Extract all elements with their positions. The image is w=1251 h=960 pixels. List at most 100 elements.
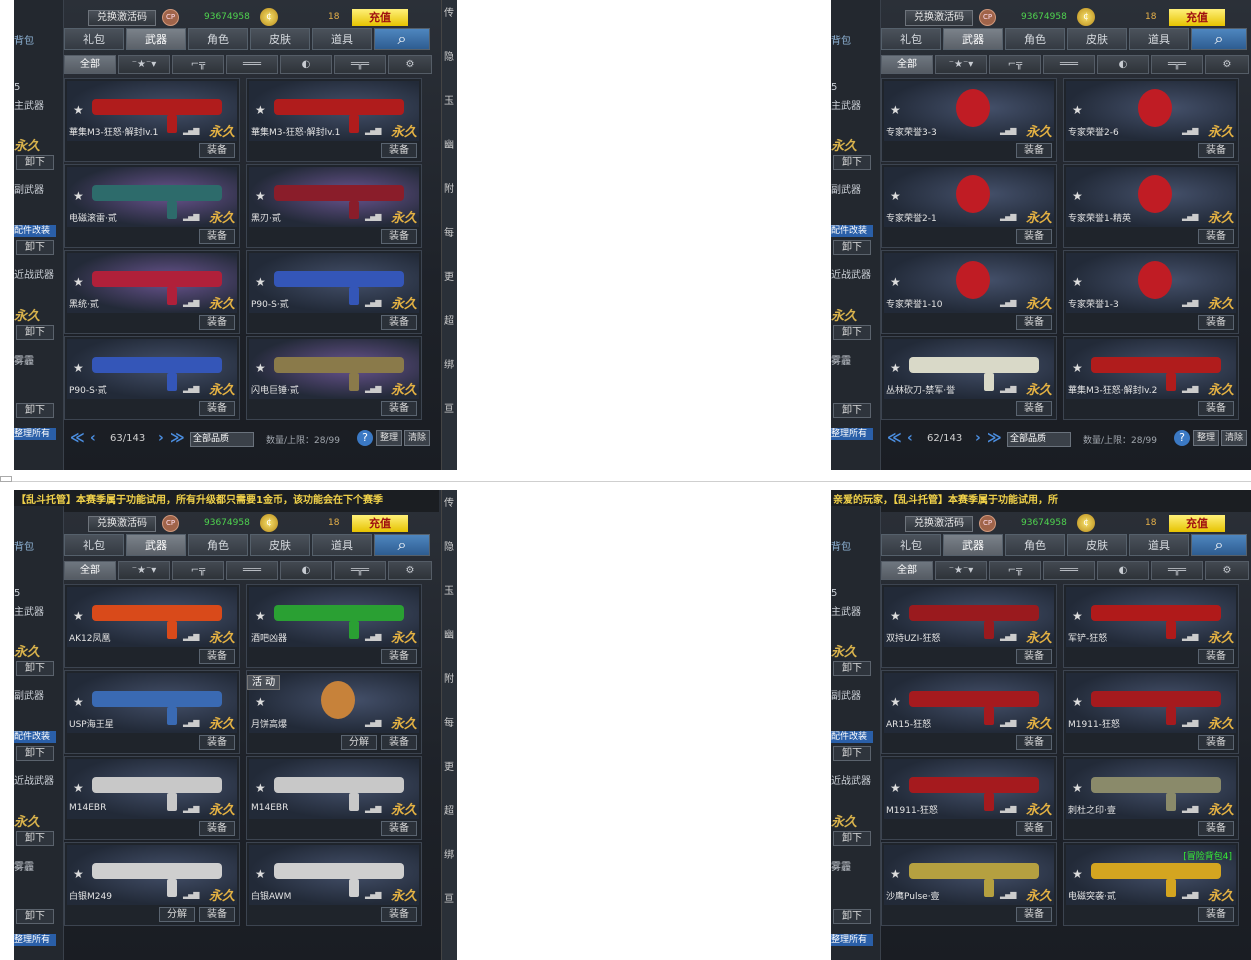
prev-page-button[interactable]: ‹: [90, 430, 96, 446]
help-icon[interactable]: ?: [1174, 430, 1190, 446]
item-card[interactable]: ★ 军铲-狂怒 ▂▄▆ 永久 装备: [1063, 584, 1239, 668]
mod-button[interactable]: 配件改装: [831, 225, 873, 237]
filter-tab-3[interactable]: ═══: [226, 55, 278, 74]
favorite-star-icon[interactable]: ★: [255, 361, 266, 375]
equip-button[interactable]: 装备: [381, 735, 417, 750]
item-card[interactable]: ★ 刺杜之印·壹 ▂▄▆ 永久 装备: [1063, 756, 1239, 840]
filter-tab-3[interactable]: ═══: [1043, 561, 1095, 580]
item-card[interactable]: ★ M14EBR ▂▄▆ 永久 装备: [64, 756, 240, 840]
tab-3[interactable]: 皮肤: [1067, 28, 1127, 50]
favorite-star-icon[interactable]: ★: [255, 103, 266, 117]
favorite-star-icon[interactable]: ★: [255, 275, 266, 289]
search-icon[interactable]: ⌕: [374, 28, 430, 50]
equip-button[interactable]: 装备: [1016, 143, 1052, 158]
sort-button[interactable]: 整理: [1193, 430, 1219, 446]
unequip-melee-button[interactable]: 卸下: [16, 831, 54, 846]
equip-button[interactable]: 装备: [381, 649, 417, 664]
filter-tab-0[interactable]: 全部: [64, 55, 116, 74]
item-card[interactable]: ★ 双持UZI-狂怒 ▂▄▆ 永久 装备: [881, 584, 1057, 668]
tab-2[interactable]: 角色: [1005, 534, 1065, 556]
filter-tab-5[interactable]: ═╦═: [1151, 561, 1203, 580]
item-card[interactable]: ★ AK12凤凰 ▂▄▆ 永久 装备: [64, 584, 240, 668]
equip-button[interactable]: 装备: [1016, 401, 1052, 416]
sort-all-button[interactable]: 整理所有: [831, 428, 873, 440]
favorite-star-icon[interactable]: ★: [73, 275, 84, 289]
tab-0[interactable]: 礼包: [881, 534, 941, 556]
redeem-code-button[interactable]: 兑换激活码: [88, 516, 156, 532]
item-card[interactable]: ★ 专家荣誉2-1 ▂▄▆ 永久 装备: [881, 164, 1057, 248]
next-page-button[interactable]: ›: [158, 430, 164, 446]
recharge-button[interactable]: 充值: [352, 515, 408, 532]
tab-0[interactable]: 礼包: [64, 28, 124, 50]
recharge-button[interactable]: 充值: [1169, 9, 1225, 26]
item-card[interactable]: ★ 華集M3-狂怒·解封lv.2 ▂▄▆ 永久 装备: [1063, 336, 1239, 420]
search-icon[interactable]: ⌕: [374, 534, 430, 556]
bag-label[interactable]: 背包: [14, 538, 34, 553]
favorite-star-icon[interactable]: ★: [255, 867, 266, 881]
search-icon[interactable]: ⌕: [1191, 28, 1247, 50]
favorite-star-icon[interactable]: ★: [255, 189, 266, 203]
first-page-button[interactable]: ≪: [887, 430, 902, 446]
filter-tab-1[interactable]: ⁻★⁻▾: [935, 561, 987, 580]
item-card[interactable]: ★ 酒吧凶器 ▂▄▆ 永久 装备: [246, 584, 422, 668]
equip-button[interactable]: 装备: [1198, 735, 1234, 750]
favorite-star-icon[interactable]: ★: [73, 103, 84, 117]
favorite-star-icon[interactable]: ★: [1072, 781, 1083, 795]
equip-button[interactable]: 装备: [1198, 401, 1234, 416]
equip-button[interactable]: 装备: [381, 143, 417, 158]
filter-tab-4[interactable]: ◐: [1097, 561, 1149, 580]
filter-tab-3[interactable]: ═══: [226, 561, 278, 580]
decompose-button[interactable]: 分解: [159, 907, 195, 922]
unequip-special-button[interactable]: 卸下: [833, 403, 871, 418]
item-card[interactable]: ★ M1911-狂怒 ▂▄▆ 永久 装备: [881, 756, 1057, 840]
settings-gear-icon[interactable]: ⚙: [1205, 55, 1249, 74]
search-icon[interactable]: ⌕: [1191, 534, 1247, 556]
last-page-button[interactable]: ≫: [170, 430, 185, 446]
item-card[interactable]: ★ 专家荣誉1-精英 ▂▄▆ 永久 装备: [1063, 164, 1239, 248]
tab-3[interactable]: 皮肤: [250, 534, 310, 556]
mod-button[interactable]: 配件改装: [831, 731, 873, 743]
item-card[interactable]: ★ AR15-狂怒 ▂▄▆ 永久 装备: [881, 670, 1057, 754]
item-card[interactable]: ★ 闪电巨锤·贰 ▂▄▆ 永久 装备: [246, 336, 422, 420]
equip-button[interactable]: 装备: [381, 401, 417, 416]
bag-label[interactable]: 背包: [14, 32, 34, 47]
equip-button[interactable]: 装备: [1198, 821, 1234, 836]
favorite-star-icon[interactable]: ★: [1072, 103, 1083, 117]
item-card[interactable]: ★ 丛林砍刀-禁军·誉 ▂▄▆ 永久 装备: [881, 336, 1057, 420]
favorite-star-icon[interactable]: ★: [1072, 695, 1083, 709]
prev-page-button[interactable]: ‹: [907, 430, 913, 446]
equip-button[interactable]: 装备: [1198, 315, 1234, 330]
redeem-code-button[interactable]: 兑换激活码: [905, 516, 973, 532]
item-card[interactable]: ★ 沙鹰Pulse·壹 ▂▄▆ 永久 装备: [881, 842, 1057, 926]
equip-button[interactable]: 装备: [1016, 821, 1052, 836]
unequip-secondary-button[interactable]: 卸下: [833, 240, 871, 255]
settings-gear-icon[interactable]: ⚙: [388, 55, 432, 74]
equip-button[interactable]: 装备: [1198, 649, 1234, 664]
filter-tab-3[interactable]: ═══: [1043, 55, 1095, 74]
equip-button[interactable]: 装备: [1016, 907, 1052, 922]
filter-tab-2[interactable]: ⌐╦: [989, 55, 1041, 74]
favorite-star-icon[interactable]: ★: [890, 275, 901, 289]
filter-tab-5[interactable]: ═╦═: [334, 55, 386, 74]
tab-1[interactable]: 武器: [126, 28, 186, 50]
item-card[interactable]: ★ 華集M3-狂怒·解封lv.1 ▂▄▆ 永久 装备: [64, 78, 240, 162]
equip-button[interactable]: 装备: [381, 229, 417, 244]
redeem-code-button[interactable]: 兑换激活码: [905, 10, 973, 26]
item-card[interactable]: ★ 专家荣誉1-3 ▂▄▆ 永久 装备: [1063, 250, 1239, 334]
unequip-primary-button[interactable]: 卸下: [833, 155, 871, 170]
unequip-melee-button[interactable]: 卸下: [16, 325, 54, 340]
filter-tab-1[interactable]: ⁻★⁻▾: [118, 561, 170, 580]
last-page-button[interactable]: ≫: [987, 430, 1002, 446]
favorite-star-icon[interactable]: ★: [1072, 609, 1083, 623]
favorite-star-icon[interactable]: ★: [890, 695, 901, 709]
favorite-star-icon[interactable]: ★: [890, 361, 901, 375]
tab-4[interactable]: 道具: [312, 28, 372, 50]
equip-button[interactable]: 装备: [381, 315, 417, 330]
equip-button[interactable]: 装备: [199, 649, 235, 664]
favorite-star-icon[interactable]: ★: [890, 103, 901, 117]
equip-button[interactable]: 装备: [199, 821, 235, 836]
item-card[interactable]: ★ 華集M3-狂怒·解封lv.1 ▂▄▆ 永久 装备: [246, 78, 422, 162]
tab-3[interactable]: 皮肤: [1067, 534, 1127, 556]
equip-button[interactable]: 装备: [381, 907, 417, 922]
equip-button[interactable]: 装备: [199, 735, 235, 750]
